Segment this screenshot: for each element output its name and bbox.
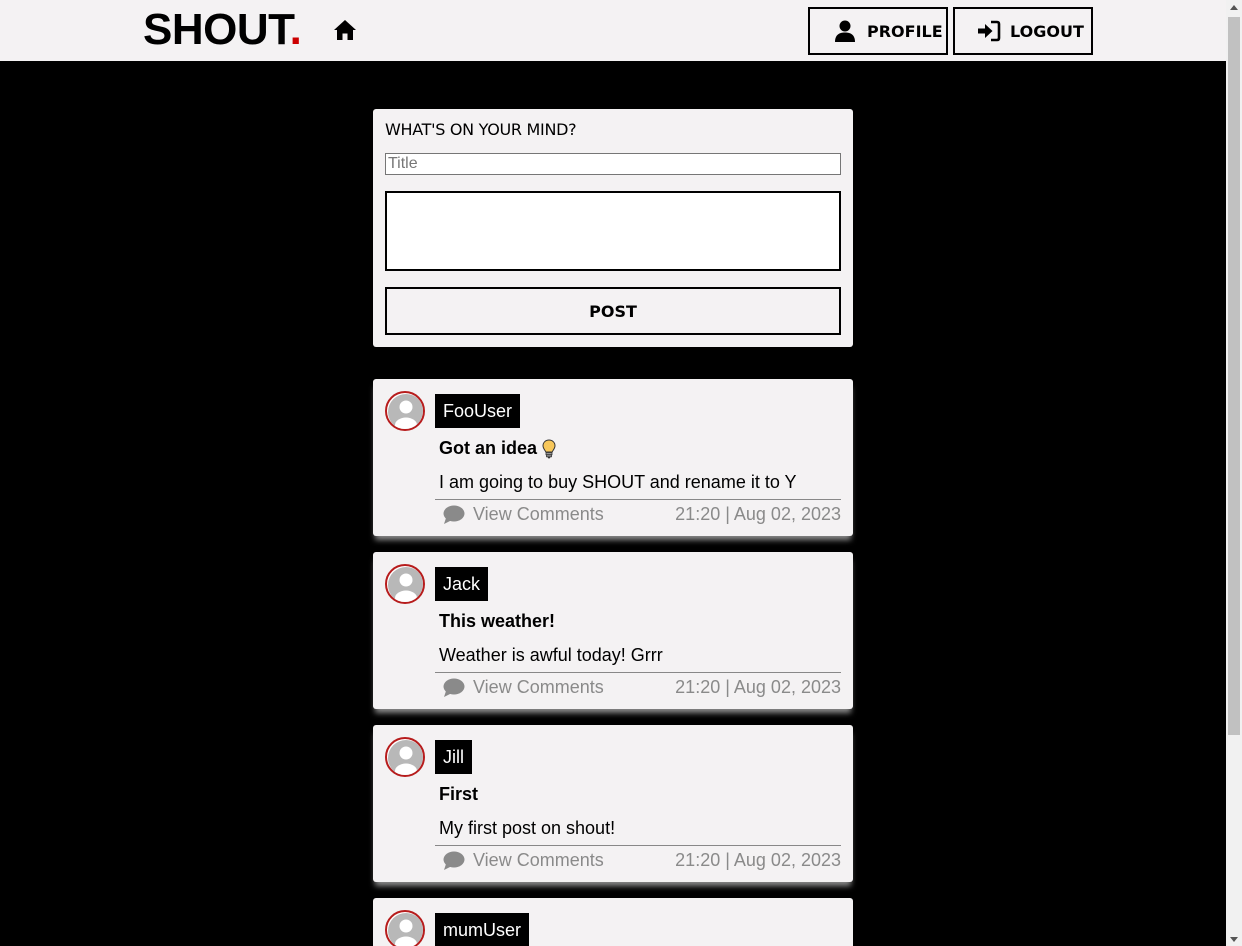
profile-label: PROFILE — [867, 21, 943, 41]
user-icon — [834, 20, 856, 42]
post-title: Got an idea — [439, 438, 556, 459]
post-card: mumUser — [373, 898, 853, 946]
logo[interactable]: SHOUT. — [143, 5, 302, 54]
post-title-input[interactable] — [385, 153, 841, 175]
post-timestamp: 21:20 | Aug 02, 2023 — [675, 677, 841, 697]
comment-icon — [443, 851, 465, 871]
logout-button[interactable]: LOGOUT — [953, 7, 1093, 55]
divider — [435, 672, 841, 673]
composer-heading: WHAT'S ON YOUR MIND? — [385, 120, 577, 139]
logo-text: SHOUT — [143, 5, 290, 54]
post-timestamp: 21:20 | Aug 02, 2023 — [675, 850, 841, 870]
home-icon[interactable] — [333, 19, 357, 41]
user-avatar-icon — [388, 567, 423, 602]
post-title: First — [439, 784, 478, 805]
post-button[interactable]: POST — [385, 287, 841, 335]
view-comments-label: View Comments — [473, 677, 604, 697]
lightbulb-icon — [542, 438, 556, 459]
logout-label: LOGOUT — [1010, 21, 1084, 41]
navbar: SHOUT. PROFILE LOGOUT — [0, 0, 1226, 61]
avatar[interactable] — [385, 910, 425, 946]
user-avatar-icon — [388, 740, 423, 775]
scroll-up-icon[interactable] — [1230, 5, 1238, 10]
post-title: This weather! — [439, 611, 555, 632]
post-username[interactable]: Jill — [435, 740, 472, 774]
logo-dot: . — [289, 5, 302, 54]
avatar[interactable] — [385, 564, 425, 604]
divider — [435, 845, 841, 846]
avatar[interactable] — [385, 391, 425, 431]
post-title-text: Got an idea — [439, 438, 538, 458]
view-comments-label: View Comments — [473, 850, 604, 870]
vertical-scrollbar[interactable] — [1226, 0, 1242, 946]
view-comments-label: View Comments — [473, 504, 604, 524]
user-avatar-icon — [388, 913, 423, 946]
user-avatar-icon — [388, 394, 423, 429]
scrollbar-thumb[interactable] — [1228, 17, 1240, 735]
post-card: FooUser Got an idea I am going to buy SH… — [373, 379, 853, 536]
post-card: Jack This weather! Weather is awful toda… — [373, 552, 853, 709]
post-username[interactable]: mumUser — [435, 913, 530, 946]
divider — [435, 499, 841, 500]
post-card: Jill First My first post on shout! View … — [373, 725, 853, 882]
comment-icon — [443, 505, 465, 525]
view-comments-link[interactable]: View Comments — [443, 677, 604, 698]
view-comments-link[interactable]: View Comments — [443, 504, 604, 525]
post-timestamp: 21:20 | Aug 02, 2023 — [675, 504, 841, 524]
post-body: My first post on shout! — [439, 818, 616, 838]
profile-button[interactable]: PROFILE — [808, 7, 948, 55]
comment-icon — [443, 678, 465, 698]
scroll-down-icon[interactable] — [1230, 937, 1238, 942]
post-title-text: This weather! — [439, 611, 556, 631]
view-comments-link[interactable]: View Comments — [443, 850, 604, 871]
avatar[interactable] — [385, 737, 425, 777]
post-title-text: First — [439, 784, 479, 804]
post-username[interactable]: Jack — [435, 567, 489, 601]
sign-in-icon — [977, 20, 1001, 42]
post-username[interactable]: FooUser — [435, 394, 521, 428]
post-body-input[interactable] — [385, 191, 841, 271]
post-body: I am going to buy SHOUT and rename it to… — [439, 472, 797, 492]
post-body: Weather is awful today! Grrr — [439, 645, 663, 665]
new-post-form: WHAT'S ON YOUR MIND? POST — [373, 109, 853, 347]
